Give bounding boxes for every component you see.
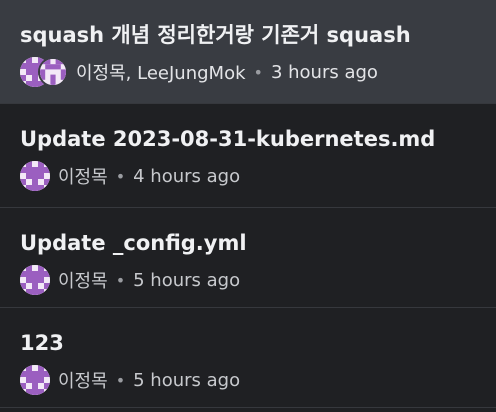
avatar-group: [20, 57, 68, 87]
commit-row[interactable]: 123 이정목 • 5 hours ago: [0, 307, 496, 407]
commit-title: Update _config.yml: [20, 231, 247, 255]
commit-title: Update 2023-08-31-kubernetes.md: [20, 127, 436, 151]
commit-row-partial[interactable]: [0, 407, 496, 412]
commit-list: squash 개념 정리한거랑 기존거 squash 이정목, LeeJungM…: [0, 0, 496, 412]
identicon-avatar-icon: [20, 265, 50, 295]
separator-dot: •: [253, 62, 263, 82]
commit-time: 3 hours ago: [270, 61, 378, 83]
commit-author: 이정목: [58, 271, 108, 292]
commit-meta: 이정목, LeeJungMok • 3 hours ago: [20, 54, 488, 90]
commit-title: squash 개념 정리한거랑 기존거 squash: [20, 23, 411, 47]
commit-row[interactable]: Update 2023-08-31-kubernetes.md 이정목 • 4 …: [0, 103, 496, 207]
identicon-avatar-icon: [20, 161, 50, 191]
commit-author: 이정목, LeeJungMok: [76, 63, 246, 84]
commit-title: 123: [20, 331, 64, 355]
separator-dot: •: [115, 166, 126, 186]
commit-meta: 이정목 • 5 hours ago: [20, 262, 488, 298]
identicon-avatar-icon: [38, 57, 68, 87]
avatar-group: [20, 161, 50, 191]
commit-row[interactable]: Update _config.yml 이정목 • 5 hours ago: [0, 207, 496, 307]
avatar-group: [20, 365, 50, 395]
commit-time: 5 hours ago: [133, 269, 241, 291]
commit-row-selected[interactable]: squash 개념 정리한거랑 기존거 squash 이정목, LeeJungM…: [0, 0, 496, 103]
separator-dot: •: [115, 270, 126, 290]
commit-time: 4 hours ago: [133, 165, 241, 187]
commit-meta: 이정목 • 4 hours ago: [20, 158, 488, 194]
commit-author: 이정목: [58, 167, 108, 188]
identicon-avatar-icon: [20, 365, 50, 395]
commit-meta: 이정목 • 5 hours ago: [20, 362, 488, 398]
commit-time: 5 hours ago: [133, 369, 241, 391]
commit-author: 이정목: [58, 371, 108, 392]
avatar-group: [20, 265, 50, 295]
separator-dot: •: [115, 370, 126, 390]
